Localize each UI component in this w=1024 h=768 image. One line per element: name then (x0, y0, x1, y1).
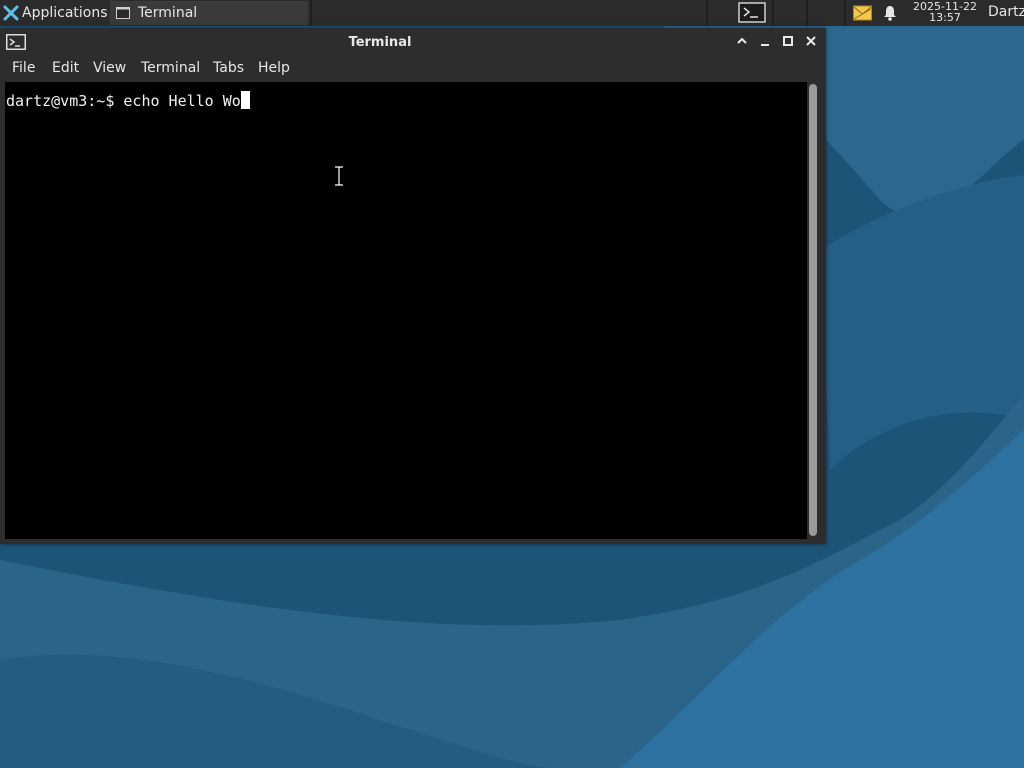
panel-separator (310, 0, 312, 26)
text-cursor (240, 91, 250, 109)
terminal-output[interactable]: dartz@vm3:~$ echo Hello Wo (5, 82, 807, 539)
menu-edit[interactable]: Edit (52, 60, 79, 76)
terminal-window: Terminal File Edit View Terminal Tabs He… (0, 28, 826, 544)
menu-tabs[interactable]: Tabs (213, 60, 244, 76)
menu-help[interactable]: Help (258, 60, 290, 76)
bell-icon[interactable] (882, 5, 898, 21)
menu-view[interactable]: View (93, 60, 126, 76)
clock-time: 13:57 (929, 11, 961, 24)
menu-file[interactable]: File (12, 60, 35, 76)
applications-label: Applications (22, 5, 108, 21)
taskbar-terminal-label: Terminal (138, 5, 198, 21)
mail-icon[interactable] (853, 5, 872, 21)
top-panel: Applications ≡ Terminal 2025-11-22 13:57… (0, 0, 1024, 26)
taskbar-terminal-button[interactable]: Terminal (110, 1, 308, 25)
terminal-task-icon (116, 7, 130, 19)
menu-terminal[interactable]: Terminal (141, 60, 200, 76)
window-titlebar[interactable]: Terminal (0, 28, 826, 56)
menu-bar: File Edit View Terminal Tabs Help (0, 56, 826, 80)
panel-separator (844, 0, 846, 26)
terminal-tray-icon[interactable] (738, 2, 766, 23)
maximize-icon[interactable] (781, 34, 795, 48)
mouse-ibeam-cursor-icon (335, 166, 343, 186)
panel-separator (806, 0, 808, 26)
shell-prompt: dartz@vm3:~$ (6, 92, 124, 110)
panel-separator (772, 0, 774, 26)
shade-icon[interactable] (735, 34, 749, 48)
panel-separator (706, 0, 708, 26)
applications-menu-button[interactable]: Applications ≡ (0, 0, 121, 26)
window-title: Terminal (348, 35, 412, 50)
terminal-line: dartz@vm3:~$ echo Hello Wo (6, 91, 250, 110)
typed-command: echo Hello Wo (123, 92, 241, 110)
terminal-scrollbar[interactable] (809, 84, 817, 536)
panel-clock[interactable]: 2025-11-22 13:57 (906, 1, 984, 23)
xfce-mouse-icon (3, 5, 19, 21)
user-menu[interactable]: Dartz (988, 4, 1024, 20)
minimize-icon[interactable] (758, 34, 772, 48)
close-icon[interactable] (804, 34, 818, 48)
